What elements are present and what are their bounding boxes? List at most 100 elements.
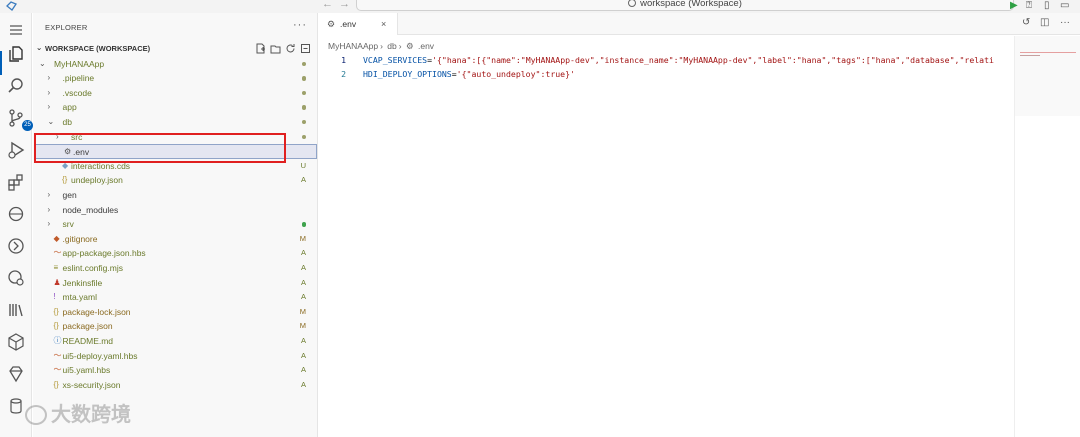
- tree-item-label: MyHANAApp: [54, 58, 105, 69]
- status-dot: [301, 105, 306, 110]
- git-status-badge: A: [300, 292, 306, 302]
- chevron-down-icon: ⌄: [39, 58, 46, 68]
- chevron-down-icon: ⌄: [36, 43, 43, 52]
- command-center[interactable]: workspace (Workspace): [356, 0, 1014, 11]
- code-line[interactable]: HDI_DEPLOY_OPTIONS='{"auto_undeploy":tru…: [363, 69, 1013, 79]
- tree-item-label: db: [62, 116, 72, 127]
- git-status-badge: A: [300, 277, 306, 287]
- tree-file[interactable]: 〜 app-package.json.hbs A: [33, 246, 318, 261]
- collapse-all-icon[interactable]: [300, 41, 314, 55]
- env-value: '{"auto_undeploy":true}': [456, 69, 575, 79]
- json-icon: {}: [53, 321, 59, 331]
- extensions-icon[interactable]: [6, 172, 26, 192]
- app-logo-icon: [6, 1, 17, 11]
- git-status-badge: M: [299, 233, 306, 243]
- library-icon[interactable]: [6, 300, 26, 320]
- new-folder-icon[interactable]: [270, 41, 284, 55]
- more-actions-icon[interactable]: ···: [293, 19, 307, 31]
- minimap-slider[interactable]: [1015, 36, 1080, 116]
- run-debug-icon[interactable]: [6, 140, 26, 160]
- breadcrumb-item[interactable]: .env: [418, 41, 434, 51]
- refresh-icon[interactable]: [285, 41, 299, 55]
- tree-folder[interactable]: › node_modules: [33, 203, 318, 218]
- forward-button[interactable]: →: [339, 0, 350, 10]
- explorer-sidebar: EXPLORER ··· ⌄ WORKSPACE (WORKSPACE) ⌄ My…: [33, 13, 318, 437]
- git-icon: ◆: [53, 233, 60, 243]
- explorer-header: EXPLORER: [45, 23, 88, 32]
- tree-file[interactable]: ♟ Jenkinsfile A: [33, 276, 318, 291]
- git-status-badge: A: [300, 262, 306, 272]
- active-indicator: [0, 51, 2, 75]
- git-status-badge: A: [300, 175, 306, 185]
- tree-file[interactable]: ◆ .gitignore M: [33, 232, 318, 247]
- tree-file[interactable]: ≡ eslint.config.mjs A: [33, 261, 318, 276]
- env-key: HDI_DEPLOY_OPTIONS: [363, 69, 452, 79]
- breadcrumb: MyHANAApp › db › ⚙ .env: [328, 41, 436, 52]
- watermark-text: 大数跨境: [51, 404, 131, 426]
- back-button[interactable]: ←: [322, 0, 333, 10]
- layout-icon[interactable]: ▯: [1044, 0, 1050, 11]
- hbs-icon: 〜: [53, 365, 62, 375]
- tree-file[interactable]: {} undeploy.json A: [33, 173, 318, 188]
- tree-file[interactable]: {} package.json M: [33, 319, 318, 334]
- tree-item-label: .gitignore: [62, 233, 98, 244]
- tree-folder[interactable]: › gen: [33, 188, 318, 203]
- tree-file[interactable]: ! mta.yaml A: [33, 290, 318, 305]
- git-status-badge: A: [300, 379, 306, 389]
- tree-folder[interactable]: › srv: [33, 217, 318, 232]
- split-editor-icon[interactable]: ◫: [1040, 17, 1049, 28]
- chevron-right-icon: ›: [47, 219, 51, 229]
- tree-item-label: app-package.json.hbs: [62, 248, 146, 259]
- close-icon[interactable]: ×: [381, 13, 386, 35]
- tree-item-label: gen: [62, 189, 77, 200]
- status-dot: [301, 134, 306, 139]
- workspace-section-header[interactable]: ⌄ WORKSPACE (WORKSPACE): [33, 41, 318, 55]
- run-icon[interactable]: ▶: [1010, 0, 1018, 11]
- tree-folder[interactable]: ⌄ MyHANAApp: [33, 57, 318, 72]
- line-number: 1: [341, 55, 346, 65]
- help-icon[interactable]: ⍰: [1026, 0, 1032, 11]
- minimap[interactable]: [1014, 36, 1080, 437]
- tree-file[interactable]: 〜 ui5.yaml.hbs A: [33, 363, 318, 378]
- menu-icon[interactable]: [6, 20, 26, 40]
- tree-folder[interactable]: ⌄ db: [33, 115, 318, 130]
- tab-label: .env: [340, 19, 357, 29]
- panel-icon[interactable]: ▭: [1060, 0, 1069, 11]
- json-icon: {}: [53, 379, 59, 389]
- tree-folder[interactable]: › .pipeline: [33, 71, 318, 86]
- chevron-right-icon: ›: [47, 87, 51, 97]
- code-editor[interactable]: 1 VCAP_SERVICES='{"hana":[{"name":"MyHAN…: [318, 54, 1018, 437]
- package-icon[interactable]: [6, 332, 26, 352]
- search-icon: [628, 0, 637, 7]
- breadcrumb-item[interactable]: MyHANAApp: [328, 41, 378, 51]
- tab-env[interactable]: ⚙ .env ×: [318, 13, 398, 35]
- tree-item-label: undeploy.json: [71, 175, 123, 186]
- breadcrumb-item[interactable]: db: [387, 41, 396, 51]
- tree-item-label: mta.yaml: [62, 292, 97, 303]
- remote-icon[interactable]: [6, 204, 26, 224]
- diamond-icon[interactable]: [6, 364, 26, 384]
- new-file-icon[interactable]: [255, 41, 269, 55]
- tree-file[interactable]: 〜 ui5-deploy.yaml.hbs A: [33, 349, 318, 364]
- tree-file[interactable]: {} package-lock.json M: [33, 305, 318, 320]
- source-control-badge: 25: [22, 120, 33, 131]
- tree-file[interactable]: ⓘ README.md A: [33, 334, 318, 349]
- git-status-badge: M: [299, 321, 306, 331]
- cloud-foundry-icon[interactable]: [6, 268, 26, 288]
- more-actions-icon[interactable]: ···: [1060, 17, 1070, 28]
- timeline-icon[interactable]: ↺: [1022, 17, 1030, 28]
- yaml-icon: !: [53, 292, 56, 302]
- jenkins-icon: ♟: [53, 277, 61, 287]
- git-status-badge: M: [299, 306, 306, 316]
- explorer-icon[interactable]: [6, 44, 26, 64]
- source-control-icon[interactable]: 25: [6, 108, 33, 131]
- tree-folder[interactable]: › .vscode: [33, 86, 318, 101]
- search-icon[interactable]: [6, 76, 26, 96]
- tree-folder[interactable]: › app: [33, 100, 318, 115]
- tree-item-label: ui5.yaml.hbs: [62, 365, 111, 376]
- database-icon[interactable]: [6, 396, 26, 416]
- env-key: VCAP_SERVICES: [363, 55, 428, 65]
- code-line[interactable]: VCAP_SERVICES='{"hana":[{"name":"MyHANAA…: [363, 55, 1013, 65]
- git-graph-icon[interactable]: [6, 236, 26, 256]
- tree-file[interactable]: {} xs-security.json A: [33, 378, 318, 393]
